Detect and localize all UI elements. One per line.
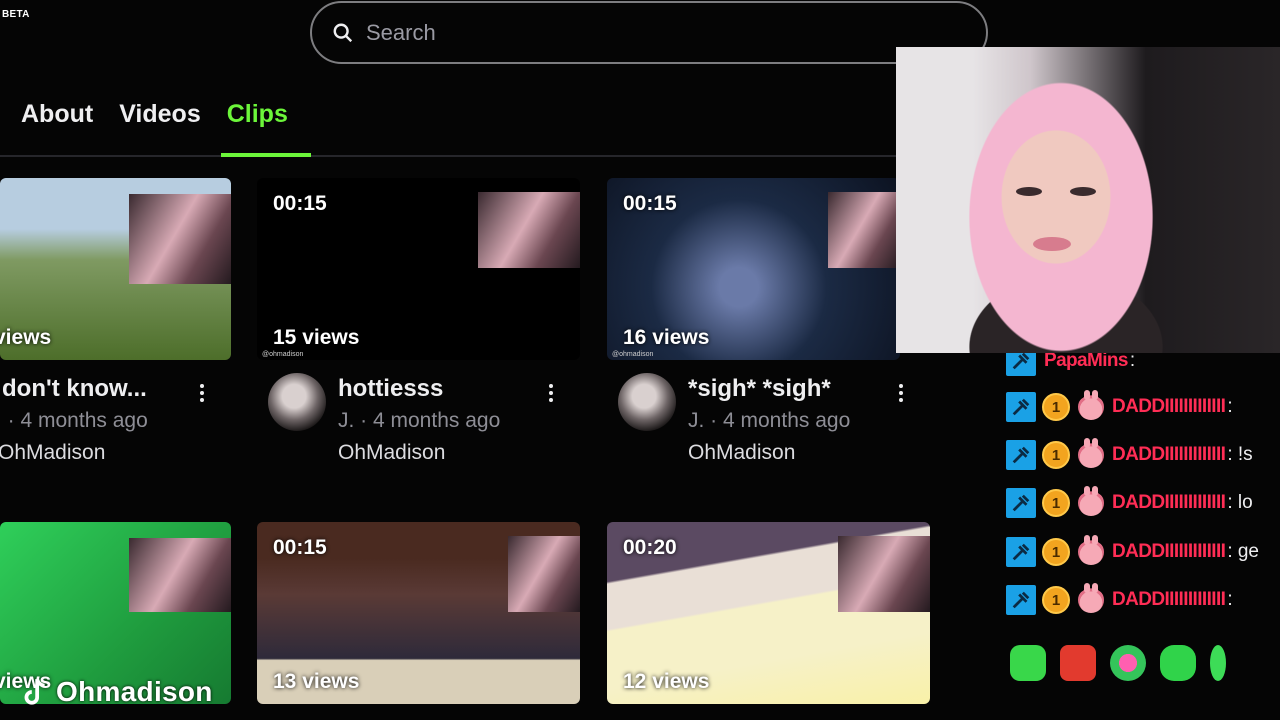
clip-title[interactable]: *sigh* *sigh*	[688, 375, 831, 403]
chat-text: : !s	[1227, 444, 1253, 465]
tiktok-icon	[24, 678, 45, 705]
moderator-badge	[1006, 440, 1036, 470]
tab-about[interactable]: About	[21, 100, 93, 129]
search-icon	[333, 23, 353, 42]
clip-thumbnail[interactable]: 00:20 12 views	[607, 522, 930, 704]
chat-message: 1 DADDIIIIIIIIIIIII : lo	[1006, 486, 1253, 518]
chat-message: PapaMins :	[1006, 353, 1135, 376]
more-options-icon[interactable]	[894, 382, 908, 404]
tiktok-handle: Ohmadison	[56, 676, 213, 707]
tab-clips[interactable]: Clips	[227, 100, 288, 129]
clip-title[interactable]: don't know...	[2, 375, 147, 403]
clip-thumbnail[interactable]: views	[0, 178, 231, 360]
moderator-badge	[1006, 537, 1036, 567]
sword-icon	[1012, 398, 1030, 416]
chat-message: 1 DADDIIIIIIIIIIIII : ge	[1006, 535, 1260, 567]
clip-views: 16 views	[623, 326, 710, 349]
chat-text: : ge	[1227, 541, 1260, 562]
chat-username[interactable]: DADDIIIIIIIIIIIII	[1112, 541, 1226, 563]
search-input[interactable]	[366, 19, 866, 46]
bunny-badge-icon	[1078, 438, 1104, 468]
webcam-overlay	[896, 47, 1280, 353]
clip-meta: J. · 4 months ago	[688, 409, 851, 432]
clip-thumbnail[interactable]: 00:15 15 views @ohmadison	[257, 178, 580, 360]
more-options-icon[interactable]	[544, 382, 558, 404]
moderator-badge	[1006, 488, 1036, 518]
clip-meta: J. · 4 months ago	[338, 409, 501, 432]
search-bar[interactable]	[310, 1, 988, 64]
clip-channel[interactable]: OhMadison	[0, 441, 105, 465]
clip-views: 13 views	[273, 670, 360, 693]
moderator-badge	[1006, 585, 1036, 615]
webcam-eye	[1016, 187, 1042, 196]
moderator-badge	[1006, 392, 1036, 422]
clip-watermark: @ohmadison	[612, 351, 654, 358]
chat-message: 1 DADDIIIIIIIIIIIII :	[1006, 390, 1233, 422]
chat-message: 1 DADDIIIIIIIIIIIII :	[1006, 583, 1233, 615]
sword-icon	[1012, 353, 1030, 370]
clip-title[interactable]: hottiesss	[338, 375, 443, 403]
sub-badge: 1	[1042, 441, 1070, 469]
avatar[interactable]	[268, 373, 326, 431]
smile-emote-icon[interactable]	[1160, 645, 1196, 681]
sub-badge: 1	[1042, 586, 1070, 614]
frog-emote-icon[interactable]	[1110, 645, 1146, 681]
channel-tabs: About Videos Clips	[21, 100, 288, 129]
clip-duration: 00:20	[623, 536, 677, 559]
sword-icon	[1012, 494, 1030, 512]
chat-text: :	[1227, 589, 1233, 610]
clip-thumbnail[interactable]: 00:15 13 views	[257, 522, 580, 704]
sword-icon	[1012, 543, 1030, 561]
chat-text: :	[1227, 396, 1233, 417]
clip-thumbnail[interactable]: 00:15 16 views @ohmadison	[607, 178, 900, 360]
clip-watermark: @ohmadison	[262, 351, 304, 358]
green-emote-icon[interactable]	[1210, 645, 1226, 681]
sword-icon	[1012, 446, 1030, 464]
sub-badge: 1	[1042, 489, 1070, 517]
active-tab-indicator	[221, 153, 311, 157]
clip-views: views	[0, 326, 52, 349]
angry-emote-icon[interactable]	[1060, 645, 1096, 681]
sword-icon	[1012, 591, 1030, 609]
clip-views: 15 views	[273, 326, 360, 349]
avatar[interactable]	[618, 373, 676, 431]
emote-bar	[1010, 645, 1226, 681]
moderator-badge	[1006, 353, 1036, 376]
clip-duration: 00:15	[273, 192, 327, 215]
chat-message: 1 DADDIIIIIIIIIIIII : !s	[1006, 438, 1253, 470]
tiktok-watermark: Ohmadison	[22, 676, 213, 708]
bunny-badge-icon	[1078, 535, 1104, 565]
tab-divider	[0, 155, 900, 157]
webcam-eye	[1070, 187, 1096, 196]
bunny-badge-icon	[1078, 390, 1104, 420]
chat-text: : lo	[1227, 492, 1253, 513]
clip-duration: 00:15	[623, 192, 677, 215]
halo-emote-icon[interactable]	[1010, 645, 1046, 681]
bunny-badge-icon	[1078, 583, 1104, 613]
chat-username[interactable]: DADDIIIIIIIIIIIII	[1112, 444, 1226, 466]
chat-text: :	[1129, 353, 1136, 371]
sub-badge: 1	[1042, 393, 1070, 421]
chat-username[interactable]: DADDIIIIIIIIIIIII	[1112, 492, 1226, 514]
chat-username[interactable]: DADDIIIIIIIIIIIII	[1112, 589, 1226, 611]
clip-channel[interactable]: OhMadison	[688, 441, 795, 465]
chat-username[interactable]: DADDIIIIIIIIIIIII	[1112, 396, 1226, 418]
more-options-icon[interactable]	[195, 382, 209, 404]
clip-duration: 00:15	[273, 536, 327, 559]
bunny-badge-icon	[1078, 486, 1104, 516]
clip-meta: . · 4 months ago	[0, 409, 148, 432]
chat-username[interactable]: PapaMins	[1044, 353, 1129, 372]
beta-label: BETA	[2, 9, 30, 20]
tab-videos[interactable]: Videos	[119, 100, 201, 129]
clip-views: 12 views	[623, 670, 710, 693]
clip-channel[interactable]: OhMadison	[338, 441, 445, 465]
webcam-mouth	[1033, 237, 1071, 251]
sub-badge: 1	[1042, 538, 1070, 566]
